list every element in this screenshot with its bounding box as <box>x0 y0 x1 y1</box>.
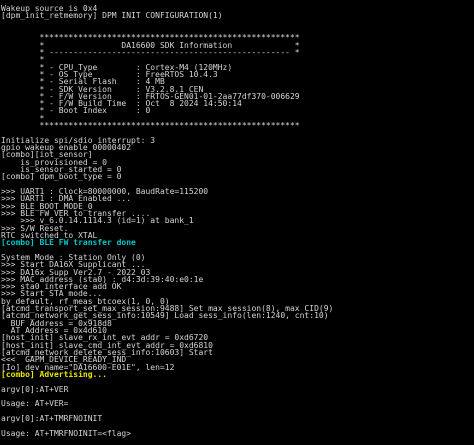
terminal-line: * --------------------------------------… <box>1 47 300 57</box>
terminal-line: Usage: AT+TMRFNOINIT=<flag> <box>1 428 132 438</box>
terminal-line: [dpm_init_retmemory] DPM INIT CONFIGURAT… <box>1 11 223 21</box>
terminal-line: Usage: AT+VER= <box>1 399 69 409</box>
terminal-line: argv[0]:AT+VER <box>1 384 69 394</box>
terminal-output[interactable]: Wakeup source is 0x4 [dpm_init_retmemory]… <box>0 0 474 445</box>
terminal-line: [combo] dpm_boot_type = 0 <box>1 172 122 182</box>
terminal-line: ****************************************… <box>1 121 300 131</box>
terminal-line: [combo] BLE FW transfer done <box>1 238 136 248</box>
terminal-line: [combo] Advertising... <box>1 370 107 379</box>
terminal-line: argv[0]:AT+TMRFNOINIT <box>1 413 103 423</box>
